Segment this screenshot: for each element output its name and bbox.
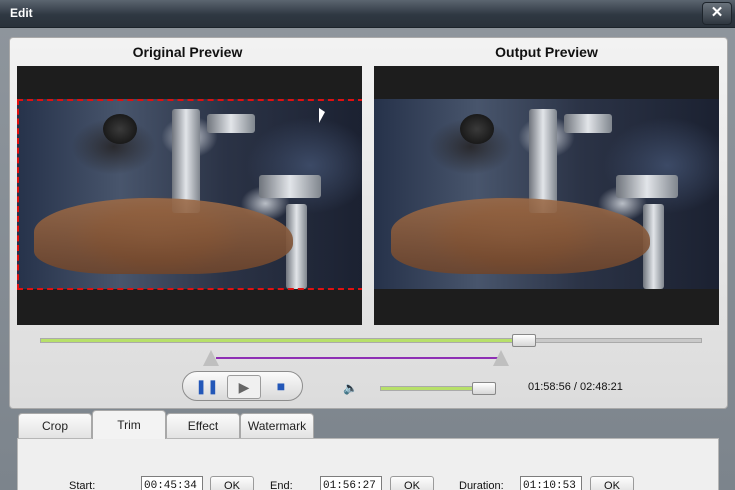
end-ok-button[interactable]: OK bbox=[390, 476, 434, 490]
time-display: 01:58:56 / 02:48:21 bbox=[528, 381, 623, 393]
duration-ok-button[interactable]: OK bbox=[590, 476, 634, 490]
tab-trim[interactable]: Trim bbox=[92, 410, 166, 439]
stop-icon: ■ bbox=[276, 378, 286, 394]
tab-effect[interactable]: Effect bbox=[166, 413, 240, 438]
cursor-icon bbox=[319, 108, 325, 123]
seek-bar[interactable] bbox=[40, 334, 702, 347]
volume-icon[interactable]: 🔈 bbox=[343, 381, 358, 395]
pause-icon: ❚❚ bbox=[195, 378, 219, 394]
end-label: End: bbox=[270, 480, 293, 490]
volume-thumb[interactable] bbox=[472, 382, 497, 395]
output-preview-label: Output Preview bbox=[495, 44, 598, 60]
window-title: Edit bbox=[10, 6, 33, 20]
play-frame-button[interactable]: ▶ bbox=[227, 375, 261, 399]
original-preview-label: Original Preview bbox=[132, 44, 243, 60]
original-video[interactable] bbox=[17, 66, 362, 325]
close-button[interactable]: ✕ bbox=[702, 2, 732, 25]
duration-field[interactable]: 01:10:53 bbox=[520, 476, 582, 490]
stop-button[interactable]: ■ bbox=[265, 375, 297, 397]
close-icon: ✕ bbox=[710, 4, 724, 21]
preview-panel: Original Preview Output Preview ❚❚ ▶ ■ 🔈… bbox=[9, 37, 728, 409]
trim-end-marker[interactable] bbox=[493, 350, 509, 366]
start-ok-button[interactable]: OK bbox=[210, 476, 254, 490]
volume-slider[interactable] bbox=[380, 382, 497, 395]
playback-controls: ❚❚ ▶ ■ bbox=[182, 371, 303, 401]
volume-fill bbox=[381, 387, 484, 390]
duration-label: Duration: bbox=[459, 480, 504, 490]
output-video bbox=[374, 66, 719, 325]
seek-thumb[interactable] bbox=[511, 334, 536, 347]
trim-start-marker[interactable] bbox=[203, 350, 219, 366]
output-frame bbox=[374, 99, 719, 289]
tab-crop[interactable]: Crop bbox=[18, 413, 92, 438]
start-time-field[interactable]: 00:45:34 bbox=[141, 476, 203, 490]
tab-watermark[interactable]: Watermark bbox=[240, 413, 314, 438]
end-time-field[interactable]: 01:56:27 bbox=[320, 476, 382, 490]
seek-bar-fill bbox=[41, 339, 523, 342]
crop-selection-box[interactable] bbox=[17, 99, 362, 290]
title-bar[interactable]: Edit ✕ bbox=[0, 0, 735, 28]
play-frame-icon: ▶ bbox=[238, 379, 250, 395]
start-label: Start: bbox=[69, 480, 96, 490]
edit-window: Edit ✕ Original Preview Output Preview ❚… bbox=[0, 0, 735, 490]
trim-range-line bbox=[216, 357, 502, 359]
pause-button[interactable]: ❚❚ bbox=[191, 375, 223, 397]
